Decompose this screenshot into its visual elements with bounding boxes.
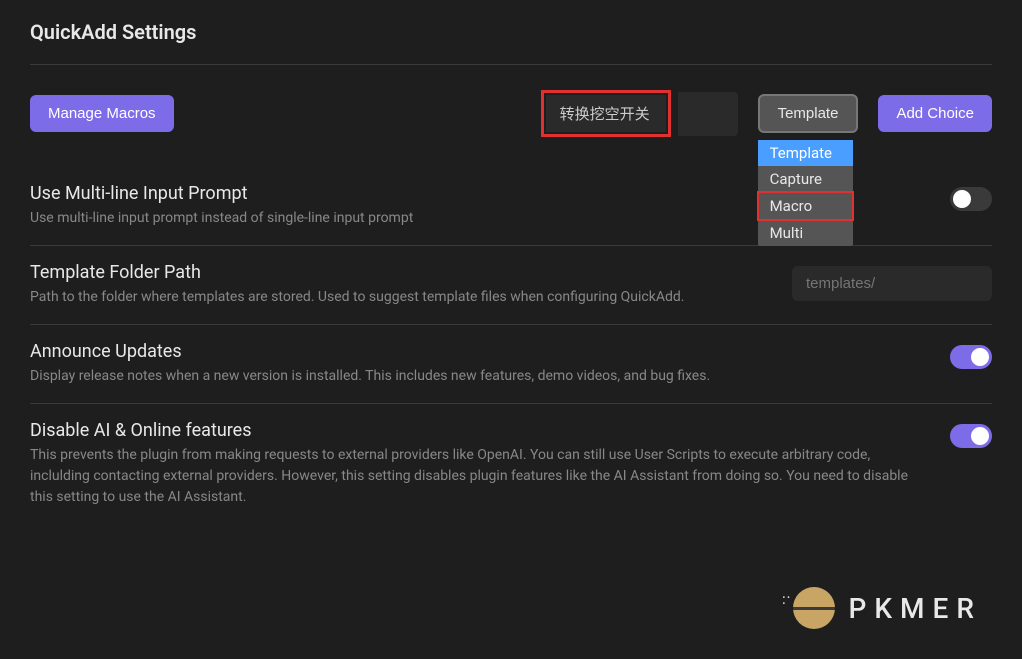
choice-type-button[interactable]: Template [758, 94, 859, 133]
choice-type-dropdown: Template Template Capture Macro Multi [758, 94, 859, 133]
title-divider [30, 64, 992, 65]
choice-name-input[interactable] [546, 95, 666, 132]
toggle-knob [971, 427, 989, 445]
pkmer-logo: • •• PKMER [793, 587, 983, 629]
setting-desc: Display release notes when a new version… [30, 366, 930, 387]
choice-type-menu: Template Capture Macro Multi [758, 140, 853, 246]
multiline-toggle[interactable] [950, 187, 992, 211]
name-input-extension[interactable] [678, 92, 738, 136]
setting-announce: Announce Updates Display release notes w… [30, 325, 992, 404]
disable-ai-toggle[interactable] [950, 424, 992, 448]
add-choice-button[interactable]: Add Choice [878, 95, 992, 132]
setting-title: Announce Updates [30, 341, 930, 362]
setting-desc: This prevents the plugin from making req… [30, 445, 930, 508]
setting-desc: Path to the folder where templates are s… [30, 287, 772, 308]
setting-title: Disable AI & Online features [30, 420, 930, 441]
toggle-knob [971, 348, 989, 366]
page-title: QuickAdd Settings [30, 20, 992, 59]
setting-title: Template Folder Path [30, 262, 772, 283]
setting-disable-ai: Disable AI & Online features This preven… [30, 404, 992, 524]
manage-macros-button[interactable]: Manage Macros [30, 95, 174, 132]
dropdown-option-multi[interactable]: Multi [758, 220, 853, 246]
dropdown-option-macro[interactable]: Macro [757, 191, 854, 221]
toggle-knob [953, 190, 971, 208]
dropdown-option-capture[interactable]: Capture [758, 166, 853, 192]
name-input-highlight [541, 90, 671, 137]
announce-toggle[interactable] [950, 345, 992, 369]
setting-template-path: Template Folder Path Path to the folder … [30, 246, 992, 325]
template-path-input[interactable] [792, 266, 992, 301]
pkmer-logo-icon: • •• [793, 587, 835, 629]
pkmer-logo-text: PKMER [849, 592, 983, 625]
top-action-row: Manage Macros Template Template Capture … [30, 90, 992, 137]
dropdown-option-template[interactable]: Template [758, 140, 853, 166]
